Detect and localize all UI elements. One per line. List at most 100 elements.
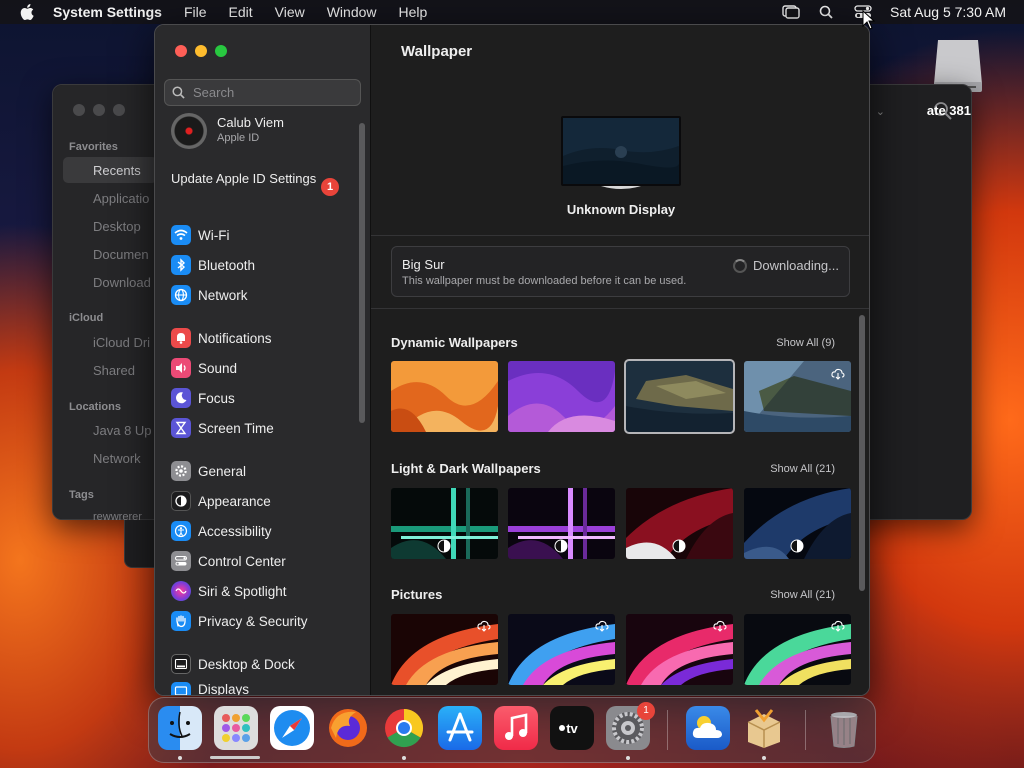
display-name: Unknown Display [566, 202, 676, 217]
sidebar-item-control-center[interactable]: Control Center [171, 549, 357, 573]
download-cloud-icon[interactable] [713, 619, 727, 633]
finder-item-downloads[interactable]: Download [93, 275, 151, 290]
svg-text:tv: tv [566, 721, 578, 736]
menu-clock[interactable]: Sat Aug 5 7:30 AM [890, 4, 1006, 20]
spotlight-search-icon[interactable] [818, 5, 836, 19]
dock-weather-icon[interactable] [686, 706, 730, 750]
close-button[interactable] [175, 45, 187, 57]
sidebar-item-general[interactable]: General [171, 459, 357, 483]
menu-app-name[interactable]: System Settings [53, 4, 162, 20]
finder-item-java[interactable]: Java 8 Up [93, 423, 152, 438]
zoom-button[interactable] [215, 45, 227, 57]
settings-sidebar: Calub Viem Apple ID Update Apple ID Sett… [155, 25, 371, 695]
spinner-icon [733, 258, 747, 273]
finder-item-recents[interactable]: Recents [93, 163, 141, 178]
dock-tv-icon[interactable]: tv [550, 706, 594, 750]
search-input[interactable] [191, 84, 351, 101]
finder-section-tags: Tags [69, 489, 94, 501]
apple-menu-icon[interactable] [18, 2, 38, 22]
sidebar-item-label: Notifications [198, 330, 272, 346]
sidebar-item-screen-time[interactable]: Screen Time [171, 416, 357, 440]
dock-firefox-icon[interactable] [326, 706, 370, 750]
finder-item-tag[interactable]: rewwrerer [93, 511, 142, 520]
finder-item-icloud-drive[interactable]: iCloud Dri [93, 335, 150, 350]
finder-section-favorites: Favorites [69, 141, 118, 153]
finder-item-network[interactable]: Network [93, 451, 141, 466]
content-scrollbar[interactable] [859, 315, 865, 591]
sidebar-item-desktop-dock[interactable]: Desktop & Dock [171, 652, 357, 676]
wifi-icon [171, 225, 191, 245]
sidebar-item-sound[interactable]: Sound [171, 356, 357, 380]
sidebar-item-privacy-security[interactable]: Privacy & Security [171, 609, 357, 633]
apple-id-account[interactable]: Calub Viem Apple ID [171, 113, 351, 151]
chevron-down-icon[interactable]: ⌄ [876, 105, 885, 118]
sidebar-search[interactable] [164, 79, 361, 106]
dock-icon [171, 654, 191, 674]
display-preview[interactable] [561, 116, 681, 190]
show-all-pictures-button[interactable]: Show All (21) [770, 589, 835, 601]
menu-edit[interactable]: Edit [229, 4, 253, 20]
wallpaper-thumb-big-sur-coast[interactable] [624, 359, 735, 434]
divider [371, 308, 869, 309]
finder-item-shared[interactable]: Shared [93, 363, 135, 378]
finder-item-applications[interactable]: Applicatio [93, 191, 149, 206]
sidebar-scrollbar[interactable] [359, 123, 365, 423]
wallpaper-note: This wallpaper must be downloaded before… [402, 275, 687, 287]
dock-app-store-icon[interactable] [438, 706, 482, 750]
sidebar-item-siri-spotlight[interactable]: Siri & Spotlight [171, 579, 357, 603]
sidebar-item-label: Desktop & Dock [198, 656, 295, 672]
minimize-button[interactable] [195, 45, 207, 57]
sidebar-item-wifi[interactable]: Wi-Fi [171, 223, 357, 247]
sidebar-item-label: Accessibility [198, 523, 272, 539]
globe-icon [171, 285, 191, 305]
show-all-light-dark-button[interactable]: Show All (21) [770, 463, 835, 475]
wallpaper-thumb-monterey-purple[interactable] [508, 361, 615, 432]
wallpaper-thumb-ventura-orange[interactable] [391, 361, 498, 432]
update-apple-id-settings[interactable]: Update Apple ID Settings [171, 171, 321, 187]
download-cloud-icon[interactable] [831, 619, 845, 633]
sidebar-item-focus[interactable]: Focus [171, 386, 357, 410]
menu-help[interactable]: Help [399, 4, 428, 20]
dock-music-icon[interactable] [494, 706, 538, 750]
sidebar-item-label: Bluetooth [198, 257, 256, 273]
sidebar-item-label: Displays [198, 682, 250, 696]
download-cloud-icon[interactable] [831, 367, 845, 381]
moon-icon [171, 388, 191, 408]
sidebar-item-label: Sound [198, 360, 238, 376]
sidebar-item-displays[interactable]: Displays [171, 682, 357, 696]
search-icon [172, 86, 185, 99]
sidebar-item-label: Focus [198, 390, 235, 406]
finder-item-desktop[interactable]: Desktop [93, 219, 141, 234]
finder-item-documents[interactable]: Documen [93, 247, 149, 262]
dock-installer-icon[interactable] [742, 706, 786, 750]
finder-minimize-button[interactable] [93, 104, 105, 116]
download-cloud-icon[interactable] [477, 619, 491, 633]
menu-window[interactable]: Window [327, 4, 377, 20]
sidebar-item-bluetooth[interactable]: Bluetooth [171, 253, 357, 277]
dock-separator [805, 710, 806, 750]
dock-launchpad-icon[interactable] [214, 706, 258, 750]
sidebar-item-notifications[interactable]: Notifications [171, 326, 357, 350]
hourglass-icon [171, 418, 191, 438]
finder-zoom-button[interactable] [113, 104, 125, 116]
menu-view[interactable]: View [275, 4, 305, 20]
account-name: Calub Viem [217, 115, 284, 130]
dock-chrome-icon[interactable] [382, 706, 426, 750]
dock-finder-icon[interactable] [158, 706, 202, 750]
sidebar-item-appearance[interactable]: Appearance [171, 489, 357, 513]
sidebar-item-network[interactable]: Network [171, 283, 357, 307]
show-all-dynamic-button[interactable]: Show All (9) [776, 337, 835, 349]
finder-close-button[interactable] [73, 104, 85, 116]
display-icon [171, 682, 191, 695]
dock-safari-icon[interactable] [270, 706, 314, 750]
download-cloud-icon[interactable] [595, 619, 609, 633]
menu-file[interactable]: File [184, 4, 207, 20]
avatar [171, 113, 207, 149]
dock-trash-icon[interactable] [822, 706, 866, 750]
speaker-icon [171, 358, 191, 378]
bluetooth-icon [171, 255, 191, 275]
sidebar-item-accessibility[interactable]: Accessibility [171, 519, 357, 543]
screen-mirroring-icon[interactable] [782, 5, 800, 19]
sidebar-item-label: Control Center [198, 553, 286, 569]
section-title-pictures: Pictures [391, 587, 443, 602]
